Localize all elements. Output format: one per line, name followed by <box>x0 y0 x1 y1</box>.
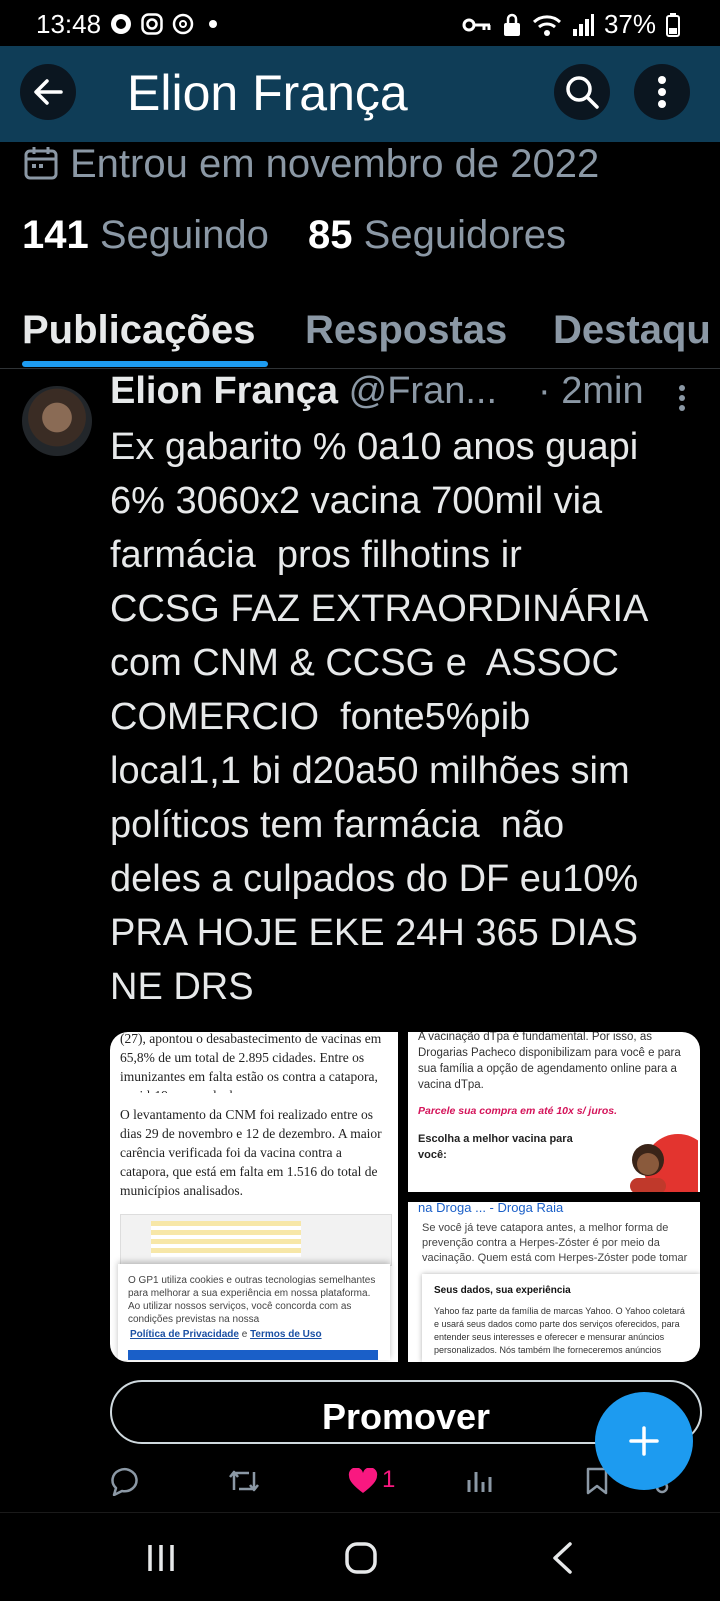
media1-paragraph-1: (27), apontou o desabastecimento de vaci… <box>120 1032 382 1093</box>
media-image-1[interactable]: (27), apontou o desabastecimento de vaci… <box>110 1032 398 1362</box>
system-back-icon[interactable] <box>550 1541 574 1575</box>
yahoo-consent-dialog: Seus dados, sua experiência Yahoo faz pa… <box>422 1274 700 1362</box>
followers-link[interactable]: 85 Seguidores <box>308 213 566 257</box>
overflow-menu-button[interactable] <box>634 64 690 120</box>
media2-promo: Parcele sua compra em até 10x s/ juros. <box>418 1105 618 1117</box>
instagram-icon <box>141 13 163 35</box>
media1-paragraph-2: O levantamento da CNM foi realizado entr… <box>120 1107 382 1198</box>
battery-icon <box>666 12 680 37</box>
terms-link[interactable]: Termos de Uso <box>250 1329 322 1340</box>
cookie-links-and: e <box>241 1329 248 1340</box>
notification-app-icon <box>111 14 131 34</box>
post-more-icon[interactable] <box>678 385 686 411</box>
plus-icon <box>629 1426 659 1456</box>
follow-stats: 141 Seguindo 85 Seguidores <box>22 213 566 258</box>
cookie-text: O GP1 utiliza cookies e outras tecnologi… <box>128 1275 376 1325</box>
battery-percent: 37% <box>603 9 656 39</box>
cookie-banner: O GP1 utiliza cookies e outras tecnologi… <box>118 1264 390 1360</box>
recent-apps-icon[interactable] <box>146 1543 176 1573</box>
calendar-icon <box>24 147 58 180</box>
following-count: 141 <box>22 213 89 257</box>
media-image-3[interactable]: na Droga ... - Droga Raia Se você já tev… <box>408 1200 700 1362</box>
joined-date: Entrou em novembro de 2022 <box>70 142 600 186</box>
more-vertical-icon <box>658 76 666 108</box>
media1-table-thumbnail <box>120 1214 392 1266</box>
media-image-2[interactable]: A vacinação dTpa é fundamental. Por isso… <box>408 1032 700 1192</box>
post-author-handle: @Fran... <box>348 370 498 412</box>
header-title: Elion França <box>127 65 408 121</box>
key-icon <box>462 18 491 31</box>
tab-posts[interactable]: Publicações <box>22 308 255 353</box>
post-author[interactable]: Elion França @Fran... <box>110 370 497 413</box>
privacy-policy-link[interactable]: Política de Privacidade <box>130 1329 239 1340</box>
status-time: 13:48 <box>36 9 102 39</box>
lock-icon <box>503 13 520 36</box>
following-label: Seguindo <box>99 213 269 257</box>
tab-highlights[interactable]: Destaqu <box>553 308 711 353</box>
threads-icon <box>172 13 194 35</box>
following-link[interactable]: 141 Seguindo <box>22 213 269 257</box>
active-tab-indicator <box>22 361 268 367</box>
search-icon <box>566 76 599 109</box>
status-bar: 13:48 37% <box>0 0 720 46</box>
media3-title: na Droga ... - Droga Raia <box>418 1200 564 1215</box>
post-media-grid: (27), apontou o desabastecimento de vaci… <box>110 1032 700 1362</box>
avatar[interactable] <box>22 386 92 456</box>
media2-person-illustration <box>630 1134 698 1192</box>
system-navigation-bar <box>0 1512 720 1601</box>
dialog-title: Seus dados, sua experiência <box>434 1285 571 1296</box>
views-icon[interactable] <box>466 1468 492 1494</box>
more-notifications-dot-icon <box>209 20 217 28</box>
compose-fab[interactable] <box>595 1392 693 1490</box>
followers-count: 85 <box>308 213 353 257</box>
followers-label: Seguidores <box>363 213 567 257</box>
search-button[interactable] <box>554 64 610 120</box>
wifi-icon <box>532 14 561 36</box>
post-text: Ex gabarito % 0a10 anos guapi 6% 3060x2 … <box>110 426 649 1008</box>
dialog-text: Yahoo faz parte da família de marcas Yah… <box>434 1306 685 1355</box>
media3-paragraph: Se você já teve catapora antes, a melhor… <box>422 1222 688 1264</box>
status-right: 37% <box>462 9 680 40</box>
repost-icon[interactable] <box>228 1468 260 1494</box>
arrow-left-icon <box>34 79 63 105</box>
cookie-accept-button[interactable] <box>128 1350 378 1360</box>
top-app-bar: Elion França <box>0 46 720 142</box>
tab-replies[interactable]: Respostas <box>305 308 507 353</box>
post-timestamp: · 2min <box>538 370 644 412</box>
home-icon[interactable] <box>344 1541 378 1575</box>
reply-icon[interactable] <box>110 1466 140 1496</box>
post-author-name: Elion França <box>110 370 339 412</box>
cookie-links: Política de Privacidade e Termos de Uso <box>118 1326 390 1341</box>
like-heart-icon[interactable] <box>348 1468 378 1494</box>
like-count: 1 <box>382 1466 396 1493</box>
profile-tabs: Publicações Respostas Destaqu <box>0 298 720 369</box>
media2-paragraph: A vacinação dTpa é fundamental. Por isso… <box>418 1032 681 1091</box>
signal-icon <box>572 13 594 36</box>
back-button[interactable] <box>20 64 76 120</box>
